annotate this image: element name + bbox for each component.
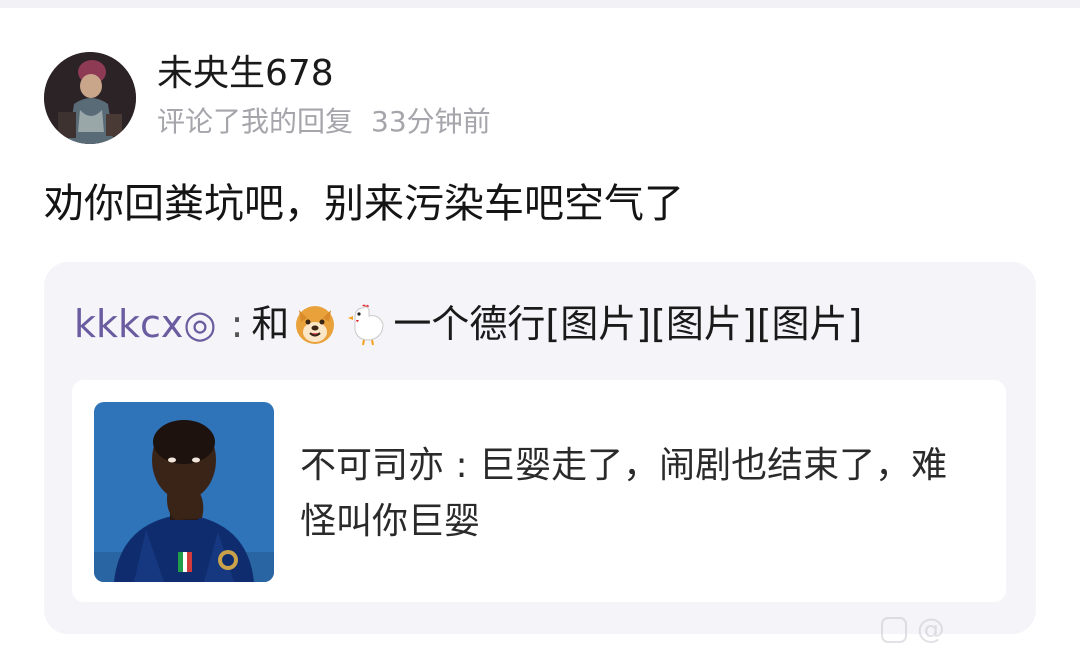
quoted-text-before-emoji: 和	[251, 302, 290, 346]
original-post-text: 不可司亦 : 巨婴走了，闹剧也结束了，难怪叫你巨婴	[300, 438, 950, 550]
username[interactable]: 未央生678	[157, 52, 334, 96]
watermark-text: @	[916, 612, 945, 645]
quoted-reply-line: kkkcx◎ : 和 一个德行[图片][图片][图片]	[74, 298, 862, 350]
original-post-author[interactable]: 不可司亦	[300, 445, 444, 486]
watermark-logo-icon	[880, 612, 917, 645]
notification-meta: 评论了我的回复 33分钟前	[157, 104, 491, 140]
quoted-text-after-emoji: 一个德行[图片][图片][图片]	[393, 302, 863, 346]
quoted-reply-card[interactable]: kkkcx◎ : 和 一个德行[图片][图片][图片] 不可司亦: 巨婴走了，…	[44, 262, 1036, 634]
original-post-thumbnail[interactable]	[94, 402, 274, 582]
original-post-card[interactable]: 不可司亦 : 巨婴走了，闹剧也结束了，难怪叫你巨婴	[72, 380, 1006, 602]
dog-face-emoji	[293, 302, 337, 346]
avatar-image	[44, 52, 136, 144]
user-avatar[interactable]	[44, 52, 136, 144]
action-text: 评论了我的回复	[157, 105, 354, 138]
separator-colon: :	[230, 302, 244, 346]
comment-text[interactable]: 劝你回粪坑吧，别来污染车吧空气了	[44, 178, 684, 230]
player-photo	[94, 402, 274, 582]
timestamp: 33分钟前	[371, 105, 491, 138]
top-divider	[0, 0, 1080, 8]
chicken-emoji	[345, 302, 389, 346]
original-post-separator: :	[455, 445, 468, 486]
watermark: @	[880, 612, 945, 645]
quoted-reply-author[interactable]: kkkcx◎	[74, 298, 217, 350]
